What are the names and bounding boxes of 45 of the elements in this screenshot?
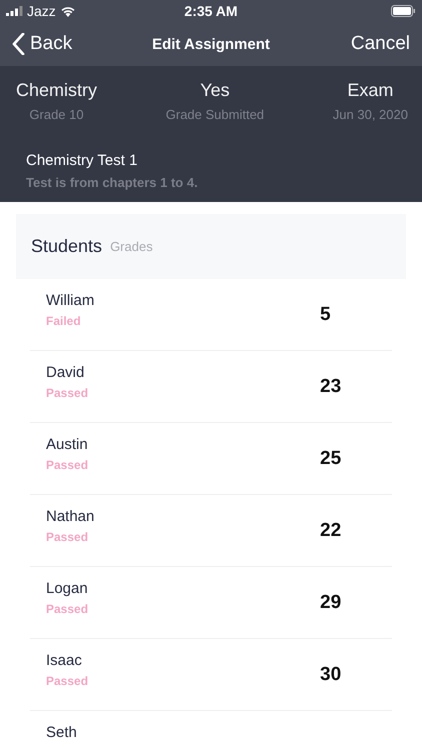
student-grade: 5 <box>320 304 332 326</box>
student-status: Passed <box>46 458 90 472</box>
student-name: Nathan <box>46 508 96 525</box>
student-row[interactable]: Isaac Passed 30 <box>30 639 392 711</box>
chevron-left-icon <box>12 33 25 55</box>
student-row[interactable]: David Passed 23 <box>30 351 392 423</box>
section-title: Students <box>31 236 102 257</box>
wifi-icon <box>60 5 76 17</box>
signal-icon <box>6 6 23 16</box>
student-grade: 23 <box>320 376 342 398</box>
summary-label: Jun 30, 2020 <box>332 107 408 122</box>
student-grade: 29 <box>320 592 342 614</box>
section-subtitle: Grades <box>110 239 153 254</box>
student-name: Austin <box>46 436 89 453</box>
student-status: Passed <box>46 386 90 400</box>
student-grade: 30 <box>320 664 342 686</box>
summary-value: Yes <box>200 80 230 101</box>
summary-label: Grade 10 <box>29 107 84 122</box>
summary-value: Chemistry <box>16 80 98 101</box>
summary-value: Exam <box>347 80 394 101</box>
student-row[interactable]: William Failed 5 <box>30 279 392 351</box>
battery-icon <box>391 5 416 17</box>
student-row[interactable]: Austin Passed 25 <box>30 423 392 495</box>
student-name: David <box>46 364 86 381</box>
student-row[interactable]: Logan Passed 29 <box>30 567 392 639</box>
assignment-title: Chemistry Test 1 <box>26 152 138 169</box>
back-button[interactable]: Back <box>12 33 72 55</box>
assignment-description: Test is from chapters 1 to 4. <box>26 175 199 190</box>
student-row[interactable]: Nathan Passed 22 <box>30 495 392 567</box>
student-grade: 22 <box>320 520 342 542</box>
carrier-name: Jazz <box>27 3 56 19</box>
student-status: Passed <box>46 530 90 544</box>
student-row[interactable]: Seth <box>30 711 392 750</box>
student-status: Failed <box>46 314 82 328</box>
student-name: William <box>46 292 96 309</box>
screen-title: Edit Assignment <box>152 36 270 52</box>
student-name: Seth <box>46 724 78 741</box>
summary-label: Grade Submitted <box>166 107 264 122</box>
student-status: Passed <box>46 602 90 616</box>
clock-time: 2:35 AM <box>184 3 238 19</box>
student-name: Logan <box>46 580 89 597</box>
student-grade: 25 <box>320 448 342 470</box>
student-name: Isaac <box>46 652 83 669</box>
student-status: Passed <box>46 674 90 688</box>
cancel-button[interactable]: Cancel <box>350 33 410 55</box>
